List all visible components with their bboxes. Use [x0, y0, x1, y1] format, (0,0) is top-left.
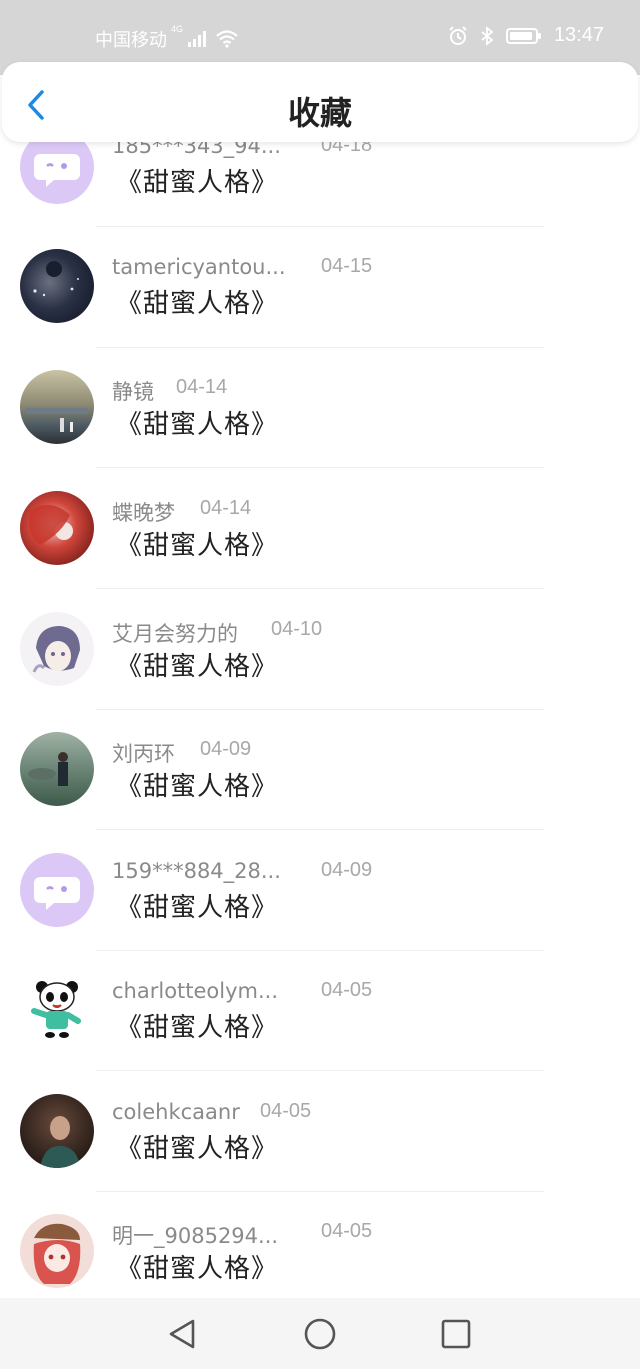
date: 04-14: [176, 376, 228, 398]
list-item[interactable]: charlotteolym... 04-05 《甜蜜人格》: [0, 973, 640, 1093]
divider: [96, 1070, 544, 1071]
date: 04-09: [321, 859, 373, 881]
work-title: 《甜蜜人格》: [116, 652, 279, 682]
anime-avatar[interactable]: [20, 491, 94, 565]
photo-avatar[interactable]: [20, 732, 94, 806]
list-item[interactable]: tamericyantou... 04-15 《甜蜜人格》: [0, 249, 640, 369]
panda-avatar[interactable]: [20, 973, 94, 1047]
status-right: 13:47: [448, 24, 604, 47]
user-name: 艾月会努力的: [112, 622, 238, 646]
alarm-icon: [449, 25, 467, 45]
work-title: 《甜蜜人格》: [116, 772, 279, 802]
date: 04-10: [271, 618, 323, 640]
user-name: 159***884_28...: [112, 859, 281, 883]
divider: [96, 347, 544, 348]
clock-time: 13:47: [553, 24, 604, 46]
favorites-list[interactable]: 185***343_94... 04-18 《甜蜜人格》 tamericyant…: [0, 0, 640, 1298]
work-title: 《甜蜜人格》: [116, 1254, 279, 1284]
anime-avatar[interactable]: [20, 1214, 94, 1288]
user-name: 刘丙环: [112, 742, 175, 766]
anime-avatar[interactable]: [20, 612, 94, 686]
divider: [96, 709, 544, 710]
date: 04-15: [321, 255, 373, 277]
signal-icon: [188, 31, 207, 47]
divider: [96, 950, 544, 951]
work-title: 《甜蜜人格》: [116, 1134, 279, 1164]
user-name: colehkcaanr: [112, 1100, 240, 1124]
divider: [96, 829, 544, 830]
date: 04-14: [200, 497, 252, 519]
user-name: tamericyantou...: [112, 255, 286, 279]
list-item[interactable]: 明一_9085294... 04-05 《甜蜜人格》: [0, 1214, 640, 1298]
divider: [96, 1191, 544, 1192]
list-item[interactable]: 185***343_94... 04-18 《甜蜜人格》: [0, 128, 640, 248]
list-item[interactable]: 刘丙环 04-09 《甜蜜人格》: [0, 732, 640, 852]
list-item[interactable]: 静镜 04-14 《甜蜜人格》: [0, 370, 640, 490]
user-name: charlotteolym...: [112, 979, 279, 1003]
network-type: 4G: [171, 24, 184, 34]
divider: [96, 226, 544, 227]
carrier-info: 中国移动 4G: [95, 24, 239, 52]
photo-avatar[interactable]: [20, 370, 94, 444]
date: 04-05: [321, 1220, 373, 1242]
battery-icon: [505, 27, 541, 44]
list-item[interactable]: 蝶晚梦 04-14 《甜蜜人格》: [0, 491, 640, 611]
list-item[interactable]: 艾月会努力的 04-10 《甜蜜人格》: [0, 612, 640, 732]
work-title: 《甜蜜人格》: [116, 410, 279, 440]
nav-back-button[interactable]: [165, 1316, 201, 1352]
nav-recents-button[interactable]: [438, 1316, 474, 1352]
nav-home-button[interactable]: [302, 1316, 338, 1352]
bluetooth-icon: [481, 25, 494, 46]
square-recents-icon: [441, 1319, 471, 1349]
work-title: 《甜蜜人格》: [116, 168, 279, 198]
list-item[interactable]: 159***884_28... 04-09 《甜蜜人格》: [0, 853, 640, 973]
user-name: 蝶晚梦: [112, 501, 175, 525]
app-header: 收藏: [2, 62, 638, 142]
divider: [96, 588, 544, 589]
work-title: 《甜蜜人格》: [116, 893, 279, 923]
system-nav-bar: [0, 1298, 640, 1369]
date: 04-09: [200, 738, 252, 760]
user-name: 静镜: [112, 380, 154, 404]
date: 04-05: [321, 979, 373, 1001]
list-item[interactable]: colehkcaanr 04-05 《甜蜜人格》: [0, 1094, 640, 1214]
date: 04-05: [260, 1100, 312, 1122]
work-title: 《甜蜜人格》: [116, 289, 279, 319]
default-chat-avatar[interactable]: [20, 853, 94, 927]
user-name: 明一_9085294...: [112, 1224, 279, 1248]
photo-avatar[interactable]: [20, 1094, 94, 1168]
work-title: 《甜蜜人格》: [116, 531, 279, 561]
triangle-back-icon: [169, 1319, 195, 1349]
photo-avatar[interactable]: [20, 249, 94, 323]
circle-home-icon: [304, 1318, 336, 1350]
page-title: 收藏: [287, 94, 352, 132]
wifi-icon: [216, 30, 238, 48]
carrier-name: 中国移动: [95, 30, 167, 51]
divider: [96, 467, 544, 468]
work-title: 《甜蜜人格》: [116, 1013, 279, 1043]
